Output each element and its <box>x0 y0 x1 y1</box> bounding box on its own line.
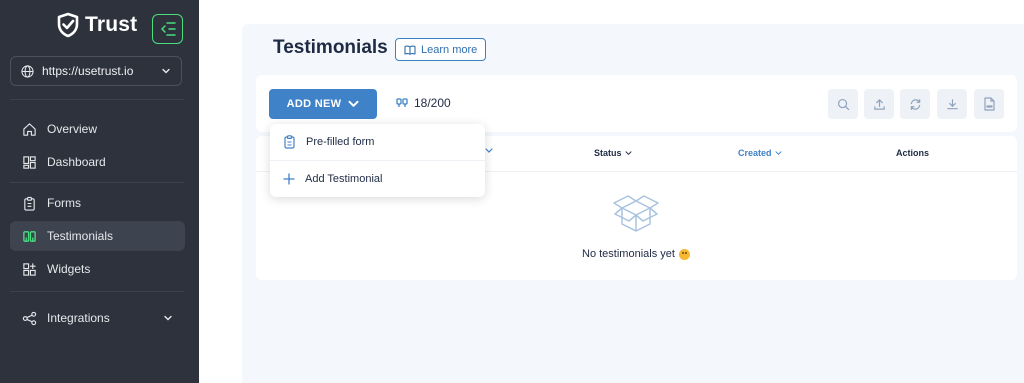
upload-icon <box>873 98 885 110</box>
count-value: 18/200 <box>414 96 451 110</box>
column-header-status[interactable]: Status <box>594 148 632 158</box>
sidebar-divider <box>10 182 184 183</box>
share-icon <box>22 311 37 325</box>
download-button[interactable] <box>937 89 967 119</box>
search-button[interactable] <box>828 89 858 119</box>
site-selector[interactable]: https://usetrust.io <box>10 56 182 86</box>
sidebar-item-label: Forms <box>47 196 81 210</box>
menu-item-add-testimonial[interactable]: Add Testimonial <box>270 161 485 197</box>
sidebar-item-widgets[interactable]: Widgets <box>10 254 185 284</box>
quote-icon <box>23 230 36 242</box>
refresh-button[interactable] <box>900 89 930 119</box>
column-header-created[interactable]: Created <box>738 148 782 158</box>
sidebar-item-label: Testimonials <box>47 229 114 243</box>
sidebar-item-forms[interactable]: Forms <box>10 188 185 218</box>
search-icon <box>837 98 849 110</box>
brand-logo[interactable]: Trust <box>57 12 137 38</box>
sidebar-item-testimonials[interactable]: Testimonials <box>10 221 185 251</box>
sidebar-item-label: Integrations <box>47 311 110 325</box>
chevron-down-icon <box>625 150 632 155</box>
globe-icon <box>21 64 34 78</box>
smirk-emoji-icon <box>678 248 690 260</box>
collapse-menu-icon <box>160 22 176 36</box>
chevron-down-icon <box>348 100 359 107</box>
upload-button[interactable] <box>864 89 894 119</box>
quote-icon <box>396 98 408 107</box>
page-title: Testimonials <box>273 37 388 58</box>
sidebar-divider <box>10 291 184 292</box>
menu-item-prefilled-form[interactable]: Pre-filled form <box>270 124 485 160</box>
csv-export-icon <box>983 97 995 111</box>
add-new-label: ADD NEW <box>286 98 342 110</box>
sidebar-item-integrations[interactable]: Integrations <box>10 303 185 333</box>
home-icon <box>23 122 36 136</box>
column-header-label: Created <box>738 148 772 158</box>
shield-check-icon <box>57 12 79 38</box>
sidebar-item-label: Widgets <box>47 262 91 276</box>
sidebar-item-dashboard[interactable]: Dashboard <box>10 147 185 177</box>
empty-state-text: No testimonials yet <box>582 248 675 260</box>
download-icon <box>946 98 958 109</box>
collapse-sidebar-button[interactable] <box>152 14 183 44</box>
dashboard-icon <box>23 155 36 169</box>
testimonial-count: 18/200 <box>396 96 451 110</box>
sidebar-item-overview[interactable]: Overview <box>10 114 185 144</box>
sidebar-item-label: Dashboard <box>47 155 106 169</box>
empty-state-message: No testimonials yet <box>582 248 690 260</box>
clipboard-icon <box>284 135 295 149</box>
widgets-icon <box>23 262 36 276</box>
chevron-down-icon <box>162 68 170 74</box>
menu-item-label: Pre-filled form <box>306 136 375 148</box>
refresh-icon <box>910 98 920 110</box>
add-new-button[interactable]: ADD NEW <box>269 89 377 119</box>
sidebar-item-label: Overview <box>47 122 98 136</box>
export-csv-button[interactable] <box>974 89 1004 119</box>
learn-more-button[interactable]: Learn more <box>395 38 487 61</box>
learn-more-label: Learn more <box>421 43 478 56</box>
brand-name: Trust <box>85 13 138 36</box>
column-header-label: Status <box>594 148 622 158</box>
chevron-down-icon[interactable] <box>485 148 493 154</box>
sidebar-divider <box>10 99 184 100</box>
sidebar: Trust https://usetrust.io Overview Dashb… <box>0 0 199 383</box>
book-icon <box>404 44 416 55</box>
empty-box-icon <box>613 195 659 232</box>
column-header-label: Actions <box>896 148 930 158</box>
clipboard-icon <box>24 196 35 211</box>
column-header-actions: Actions <box>896 148 929 158</box>
site-url: https://usetrust.io <box>42 64 134 78</box>
chevron-down-icon <box>164 315 172 321</box>
plus-icon <box>283 173 295 185</box>
add-new-dropdown: Pre-filled form Add Testimonial <box>270 124 485 197</box>
menu-item-label: Add Testimonial <box>305 173 383 185</box>
chevron-down-icon <box>775 150 782 155</box>
